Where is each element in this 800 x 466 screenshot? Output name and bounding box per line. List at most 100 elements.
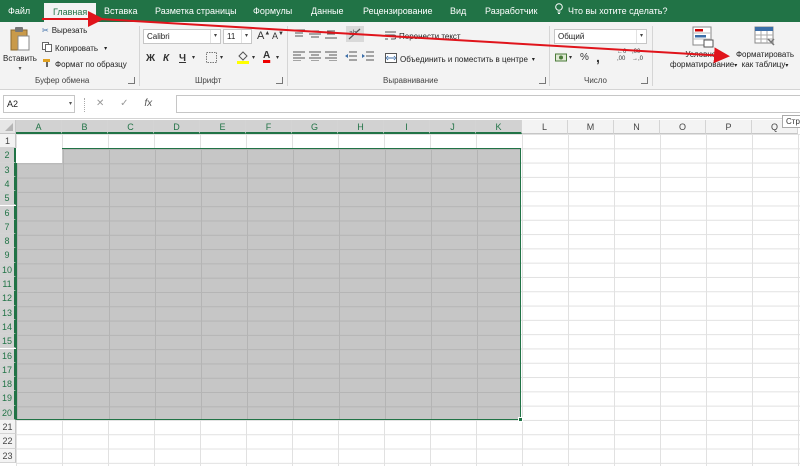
orientation-button[interactable]: ab [346,26,364,45]
merge-center-button[interactable]: Объединить и поместить в центре ▾ [385,53,535,65]
shrink-font-button[interactable]: A▼ [272,31,284,41]
column-header-h[interactable]: H [338,120,384,134]
tab-view[interactable]: Вид [444,0,472,22]
chevron-down-icon[interactable]: ▾ [192,54,195,61]
align-center-button[interactable] [309,51,321,64]
paste-button[interactable]: Вставить ▾ [3,26,37,74]
row-header-20[interactable]: 20 [0,405,16,420]
grow-font-button[interactable]: A▲ [257,30,270,42]
row-header-23[interactable]: 23 [0,448,16,463]
row-header-8[interactable]: 8 [0,234,16,249]
row-header-12[interactable]: 12 [0,291,16,306]
fill-color-button[interactable] [237,50,249,67]
number-format-select[interactable]: Общий ▾ [554,29,647,44]
row-header-22[interactable]: 22 [0,434,16,449]
row-header-2[interactable]: 2 [0,148,16,163]
currency-format-button[interactable] [555,52,567,66]
row-header-7[interactable]: 7 [0,219,16,235]
comma-style-button[interactable]: , [596,49,600,65]
align-bottom-button[interactable] [325,29,337,42]
selected-range[interactable] [16,148,521,421]
column-header-i[interactable]: I [384,120,430,134]
percent-button[interactable]: % [580,52,589,63]
column-header-b[interactable]: B [62,120,108,134]
name-box[interactable]: A2 ▾ [3,95,75,113]
chevron-down-icon[interactable]: ▾ [276,54,279,61]
row-header-18[interactable]: 18 [0,377,16,392]
column-header-g[interactable]: G [292,120,338,134]
increase-indent-button[interactable] [362,51,374,64]
tab-home[interactable]: Главная [44,3,97,22]
tell-me-box[interactable]: Что вы хотите сделать? [554,0,668,22]
row-header-1[interactable]: 1 [0,134,16,149]
wrap-text-button[interactable]: Перенести текст [385,30,461,42]
row-header-16[interactable]: 16 [0,348,16,363]
borders-button[interactable] [206,52,217,66]
copy-button[interactable]: Копировать ▾ [42,42,107,54]
row-header-10[interactable]: 10 [0,262,16,277]
chevron-down-icon[interactable]: ▾ [220,54,223,61]
font-color-button[interactable]: A [263,50,270,61]
chevron-down-icon[interactable]: ▾ [569,54,572,61]
column-header-m[interactable]: M [568,120,614,134]
row-header-19[interactable]: 19 [0,391,16,406]
align-middle-button[interactable] [309,29,321,42]
format-as-table-button[interactable]: Форматировать как таблицу▾ [733,26,797,71]
font-name-select[interactable]: Calibri ▾ [143,29,221,44]
tab-page-layout[interactable]: Разметка страницы [149,0,243,22]
row-header-6[interactable]: 6 [0,205,16,220]
select-all-button[interactable] [0,120,16,134]
tab-file[interactable]: Файл [2,0,36,22]
row-header-5[interactable]: 5 [0,191,16,206]
row-header-13[interactable]: 13 [0,305,16,320]
row-header-15[interactable]: 15 [0,334,16,349]
align-top-button[interactable] [293,29,305,42]
font-launcher[interactable] [276,77,283,84]
row-header-17[interactable]: 17 [0,362,16,378]
number-launcher[interactable] [641,77,648,84]
alignment-launcher[interactable] [539,77,546,84]
row-header-11[interactable]: 11 [0,277,16,292]
row-header-14[interactable]: 14 [0,319,16,335]
increase-decimal-button[interactable]: ←0,00 [617,49,626,63]
column-header-f[interactable]: F [246,120,292,134]
row-header-21[interactable]: 21 [0,420,16,435]
column-header-o[interactable]: O [660,120,706,134]
formula-input[interactable] [176,95,800,113]
tab-data[interactable]: Данные [305,0,350,22]
align-left-button[interactable] [293,51,305,64]
row-header-9[interactable]: 9 [0,248,16,263]
insert-function-icon[interactable]: fx [144,98,152,109]
column-header-c[interactable]: C [108,120,154,134]
bold-button[interactable]: Ж [146,53,155,64]
tab-formulas[interactable]: Формулы [247,0,298,22]
font-size-select[interactable]: 11 ▾ [223,29,252,44]
conditional-formatting-button[interactable]: Условное форматирование▾ [670,26,737,71]
chevron-down-icon[interactable]: ▾ [252,54,255,61]
tab-insert[interactable]: Вставка [98,0,143,22]
column-header-d[interactable]: D [154,120,200,134]
decrease-decimal-button[interactable]: ,00 →,0 [632,49,643,63]
fill-handle[interactable] [518,417,523,422]
column-header-p[interactable]: P [706,120,752,134]
clipboard-launcher[interactable] [128,77,135,84]
cancel-icon[interactable]: ✕ [96,98,104,109]
underline-button[interactable]: Ч [179,53,186,64]
column-header-e[interactable]: E [200,120,246,134]
tab-review[interactable]: Рецензирование [357,0,439,22]
tab-developer[interactable]: Разработчик [479,0,543,22]
column-header-l[interactable]: L [522,120,568,134]
decrease-indent-button[interactable] [345,51,357,64]
cut-button[interactable]: ✂ Вырезать [42,26,87,35]
row-header-4[interactable]: 4 [0,176,16,192]
row-header-3[interactable]: 3 [0,162,16,177]
format-painter-button[interactable]: Формат по образцу [42,58,127,70]
align-right-button[interactable] [325,51,337,64]
column-header-k[interactable]: K [476,120,522,134]
enter-icon[interactable]: ✓ [120,98,128,109]
column-header-a[interactable]: A [16,120,62,134]
column-header-j[interactable]: J [430,120,476,134]
column-header-n[interactable]: N [614,120,660,134]
active-cell[interactable] [16,148,62,163]
italic-button[interactable]: К [163,53,169,64]
